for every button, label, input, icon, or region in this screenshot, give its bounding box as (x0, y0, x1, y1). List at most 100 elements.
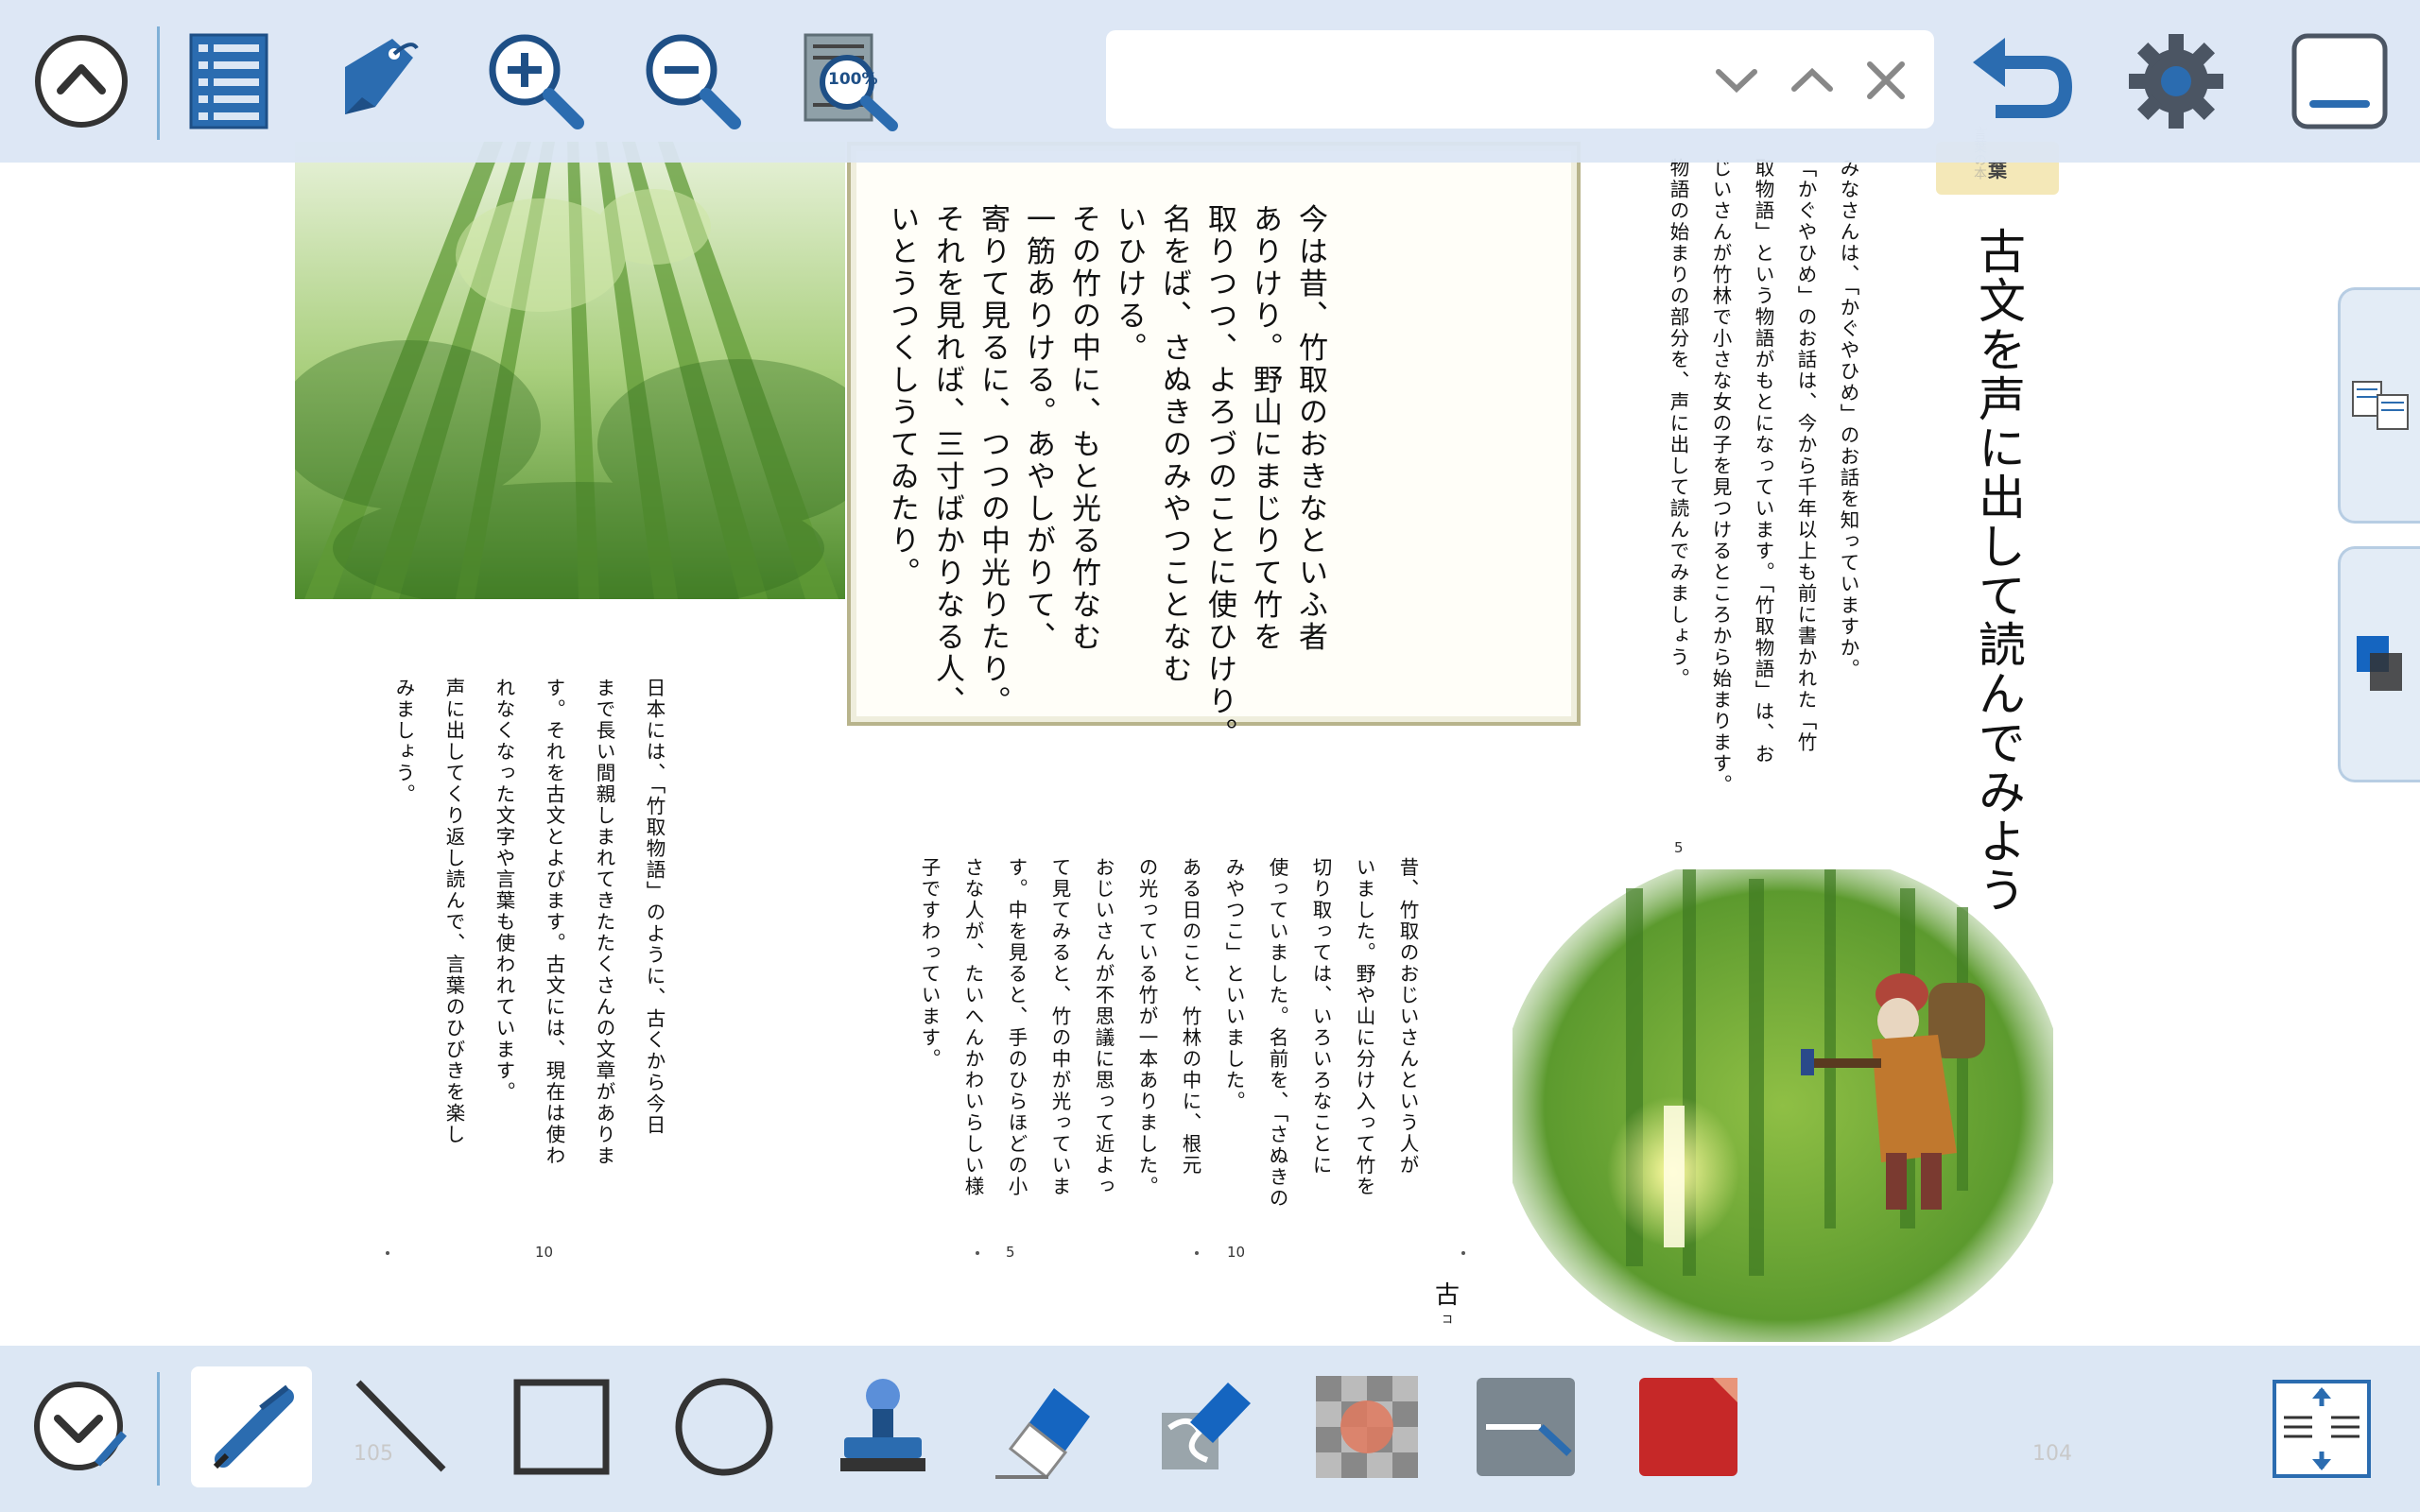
line-number-10c: 10 (535, 1244, 554, 1261)
glossary-marker[interactable]: 古 コ (1433, 1276, 1461, 1332)
table-of-contents-button[interactable] (185, 30, 272, 132)
collapse-pen-toolbar-button[interactable] (28, 1374, 134, 1480)
glossary-ruby: コ (1441, 1313, 1453, 1326)
eraser-icon (995, 1388, 1090, 1479)
side-tab-page-compare[interactable] (2338, 287, 2420, 524)
bookmark-tag-icon (345, 39, 419, 114)
pen-color-button[interactable] (1628, 1366, 1749, 1487)
line-icon (355, 1380, 446, 1472)
classic-line: それを見れば、三寸ばかりなる人、 (930, 203, 964, 718)
modern-line: て見てみると、竹の中が光っていま (1048, 857, 1071, 1198)
eraser-tool-button[interactable] (983, 1366, 1104, 1487)
bamboo-forest-photo (295, 142, 845, 599)
intro-line: 取物語」という物語がもとになっています。「竹取物語」は、お (1752, 158, 1774, 765)
fit-page-button[interactable] (2269, 1376, 2375, 1482)
undo-button[interactable] (1964, 28, 2076, 134)
pen-color-swatch-icon (1639, 1378, 1737, 1476)
rectangle-tool-button[interactable] (501, 1366, 622, 1487)
pen-tool-button[interactable] (191, 1366, 312, 1487)
intro-line: 「かぐやひめ」のお話は、今から千年以上も前に書かれた「竹 (1794, 158, 1817, 754)
undo-icon (1973, 38, 2073, 118)
explanation-line: まで長い間親しまれてきたたくさんの文章がありま (593, 678, 615, 1167)
explanation-line: みましょう。 (392, 678, 415, 806)
line-number-10: 10 (1227, 1244, 1246, 1261)
chevron-down-icon (1716, 69, 1757, 94)
intro-paragraph: みなさんは、「かぐやひめ」のお話を知っていますか。 「かぐやひめ」のお話は、今か… (1656, 142, 1911, 841)
classic-line: 取りつつ、よろづのことに使ひけり。 (1202, 203, 1236, 750)
close-icon (1867, 61, 1905, 99)
page-title: 古文を声に出して読んでみよう (1971, 227, 2026, 915)
explanation-line: 日本には、「竹取物語」のように、古くから今日 (643, 678, 666, 1136)
zoom-out-icon (646, 34, 741, 129)
classic-line: いとうつくしうてゐたり。 (885, 203, 919, 590)
modern-line: 昔、竹取のおじいさんという人が (1396, 857, 1419, 1177)
glossary-char: 古 (1434, 1281, 1460, 1310)
modern-line: す。中を見ると、手のひらほどの小 (1005, 857, 1028, 1198)
zoom-reset-label: 100% (828, 70, 878, 89)
stroke-eraser-tool-button[interactable] (1144, 1366, 1265, 1487)
search-input[interactable] (1121, 47, 1673, 112)
chevron-down-pen-icon (34, 1382, 128, 1470)
explanation-line: す。それを古文とよびます。古文には、現在は使わ (543, 678, 565, 1167)
fit-page-icon (2273, 1380, 2371, 1478)
modern-line: ある日のこと、竹林の中に、根元 (1179, 857, 1201, 1177)
search-bar (1106, 30, 1934, 129)
pen-icon (213, 1384, 294, 1469)
list-icon (189, 33, 268, 129)
layers-icon (2357, 636, 2402, 691)
zoom-out-button[interactable] (637, 28, 749, 134)
search-clear-button[interactable] (1857, 51, 1915, 110)
modern-line: 使っていました。名前を、「さぬきの (1266, 857, 1288, 1210)
zoom-in-button[interactable] (480, 28, 592, 134)
circle-icon (675, 1378, 773, 1476)
side-tab-layers[interactable] (2338, 546, 2420, 782)
modern-line: 子ですわっています。 (918, 857, 941, 1071)
circle-tool-button[interactable] (664, 1366, 785, 1487)
zoom-reset-button[interactable]: 100% (800, 28, 906, 134)
collapse-toolbar-button[interactable] (28, 28, 134, 134)
modern-line: いました。野や山に分け入って竹を (1353, 857, 1375, 1198)
line-width-button[interactable] (1465, 1366, 1586, 1487)
minimize-icon (2291, 33, 2388, 129)
rectangle-icon (513, 1379, 610, 1475)
modern-line: の光っている竹が一本ありました。 (1135, 857, 1158, 1198)
classic-line: その竹の中に、もと光る竹なむ (1066, 203, 1100, 654)
line-tool-button[interactable] (340, 1366, 461, 1487)
explanation-line: れなくなった文字や言葉も使われています。 (493, 678, 515, 1104)
classic-line: いひける。 (1112, 203, 1146, 365)
intro-line: 物語の始まりの部分を、声に出して読んでみましょう。 (1667, 158, 1689, 690)
settings-button[interactable] (2121, 26, 2231, 136)
search-previous-button[interactable] (1783, 51, 1841, 110)
gear-icon (2129, 34, 2223, 129)
modern-line: さな人が、たいへんかわいらしい様 (961, 857, 984, 1198)
modern-line: おじいさんが不思議に思って近よっ (1092, 857, 1115, 1198)
search-next-button[interactable] (1707, 51, 1766, 110)
illustration-bamboo-cutter (1499, 850, 2066, 1361)
page-number-right: 104 (2032, 1442, 2072, 1466)
bookmark-button[interactable] (321, 28, 435, 134)
modern-translation: 昔、竹取のおじいさんという人が いました。野や山に分け入って竹を 切り取っては、… (908, 841, 1473, 1247)
stamp-tool-button[interactable] (822, 1366, 943, 1487)
stamp-icon (840, 1379, 925, 1471)
explanation-paragraph: 日本には、「竹取物語」のように、古くから今日 まで長い間親しまれてきたたくさんの… (378, 662, 729, 1247)
modern-line: みやつこ」といいました。 (1222, 857, 1245, 1113)
line-number-5b: 5 (1006, 1244, 1015, 1261)
transparency-checker-icon (1316, 1376, 1418, 1478)
minimize-button[interactable] (2288, 30, 2392, 132)
classic-line: 今は昔、竹取のおきなといふ者 (1293, 203, 1327, 654)
explanation-line: 声に出してくり返し読んで、言葉のひびきを楽し (442, 678, 465, 1146)
classical-text: 今は昔、竹取のおきなといふ者 ありけり。野山にまじりて竹を 取りつつ、よろづのこ… (879, 180, 1378, 750)
page-compare-icon (2352, 381, 2409, 430)
classic-line: ありけり。野山にまじりて竹を (1248, 203, 1282, 654)
intro-line: みなさんは、「かぐやひめ」のお話を知っていますか。 (1837, 158, 1859, 680)
stroke-eraser-icon (1162, 1383, 1251, 1469)
classic-line: 一筋ありける。あやしがりて、 (1021, 203, 1055, 654)
zoom-in-icon (489, 34, 584, 129)
classic-line: 寄りて見るに、つつの中光りたり。 (976, 203, 1010, 718)
chevron-up-small-icon (1791, 67, 1833, 92)
intro-line: じいさんが竹林で小さな女の子を見つけるところから始まります。 (1709, 158, 1732, 797)
color-picker-button[interactable] (1306, 1366, 1427, 1487)
classic-line: 名をば、さぬきのみやつことなむ (1157, 203, 1191, 686)
line-number-5: 5 (1674, 839, 1684, 856)
modern-line: 切り取っては、いろいろなことに (1309, 857, 1332, 1177)
